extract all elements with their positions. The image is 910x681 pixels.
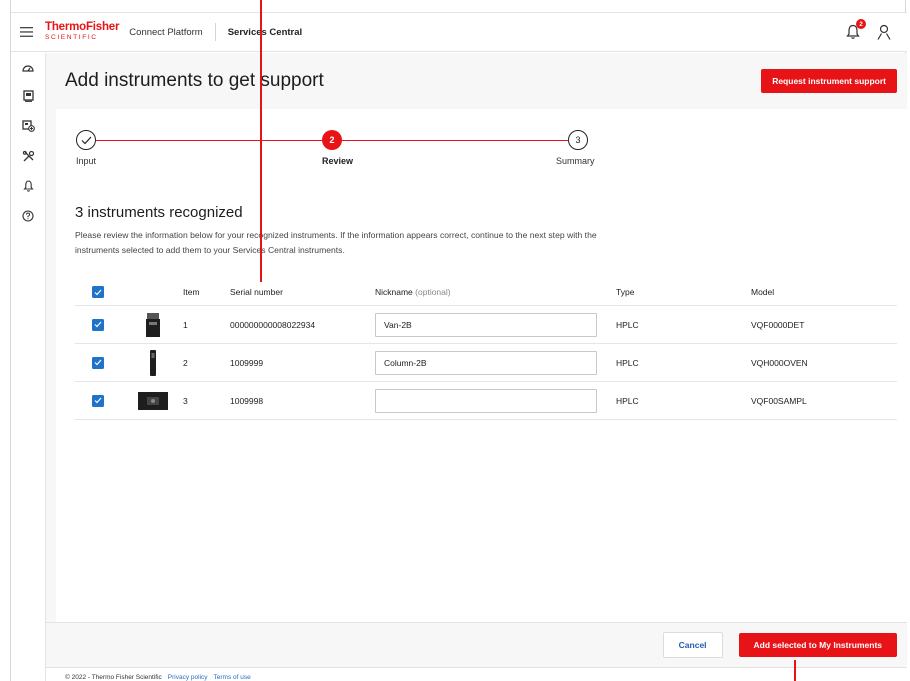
step-1-complete-indicator [76, 130, 96, 150]
instrument-icon[interactable] [11, 81, 45, 111]
row-item-number: 3 [183, 395, 188, 406]
copyright-text: © 2022 - Thermo Fisher Scientific [65, 674, 162, 681]
tools-icon[interactable] [11, 141, 45, 171]
recognized-title: 3 instruments recognized [75, 204, 243, 221]
row-serial-number: 1009998 [230, 395, 264, 406]
row-checkbox[interactable] [92, 356, 104, 369]
progress-stepper: 2 3 Input Review Summary [56, 109, 907, 189]
row-serial-number: 000000000008022934 [230, 319, 316, 330]
row-model: VQH000OVEN [751, 357, 808, 368]
page-title: Add instruments to get support [65, 69, 324, 91]
step-label-input: Input [76, 156, 97, 166]
row-item-number: 1 [183, 319, 188, 330]
action-bar: Cancel Add selected to My Instruments [46, 622, 907, 667]
page-header: Add instruments to get support Request i… [46, 53, 907, 108]
page-footer: © 2022 - Thermo Fisher Scientific Privac… [46, 667, 907, 681]
instrument-thumbnail [123, 391, 183, 410]
nickname-header-label: Nickname [375, 287, 413, 297]
recognized-description: Please review the information below for … [75, 230, 597, 255]
app-window: ThermoFisher SCIENTIFIC Connect Platform… [10, 0, 907, 681]
row-checkbox[interactable] [92, 318, 104, 331]
step-2-indicator: 2 [322, 130, 342, 150]
notifications-nav-icon[interactable] [11, 171, 45, 201]
col-header-item: Item [183, 287, 200, 297]
side-navigation [11, 53, 46, 681]
row-model: VQF0000DET [751, 319, 805, 330]
main-area: Add instruments to get support Request i… [46, 53, 907, 681]
logo-text: ThermoFisher [45, 21, 120, 34]
table-row: 3 1009998 HPLC VQF00SAMPL [75, 382, 897, 420]
dashboard-icon[interactable] [11, 55, 45, 81]
divider [214, 23, 216, 41]
row-checkbox[interactable] [92, 394, 104, 407]
step-label-review: Review [322, 156, 354, 166]
col-header-serial: Serial number [230, 287, 283, 297]
app-name[interactable]: Services Central [228, 27, 302, 38]
row-type: HPLC [616, 395, 639, 406]
table-row: 2 1009999 HPLC VQH000OVEN [75, 344, 897, 382]
nickname-input[interactable] [375, 350, 597, 375]
instrument-thumbnail [123, 349, 183, 376]
add-instrument-icon[interactable] [11, 111, 45, 141]
row-type: HPLC [616, 319, 639, 330]
step-3-indicator: 3 [568, 130, 588, 150]
select-all-checkbox[interactable] [92, 286, 104, 298]
step-connector [96, 140, 322, 141]
annotation-line [794, 660, 796, 681]
table-header: Item Serial number Nickname (optional) T… [75, 279, 897, 306]
hamburger-menu-icon[interactable] [11, 12, 41, 52]
privacy-policy-link[interactable]: Privacy policy [168, 674, 208, 681]
col-header-type: Type [616, 287, 635, 297]
row-item-number: 2 [183, 357, 188, 368]
thermofisher-logo[interactable]: ThermoFisher SCIENTIFIC [45, 22, 119, 41]
row-model: VQF00SAMPL [751, 395, 807, 406]
top-bar: ThermoFisher SCIENTIFIC Connect Platform… [11, 12, 907, 52]
notifications-button[interactable]: 2 [845, 19, 866, 41]
product-name[interactable]: Connect Platform [129, 27, 202, 38]
row-serial-number: 1009999 [230, 357, 264, 368]
terms-of-use-link[interactable]: Terms of use [214, 674, 251, 681]
annotation-line [260, 0, 262, 282]
nickname-input[interactable] [375, 312, 597, 337]
help-icon[interactable] [11, 201, 45, 231]
step-label-summary: Summary [556, 156, 595, 166]
col-header-model: Model [751, 287, 775, 297]
nickname-optional-hint: (optional) [415, 287, 451, 297]
nickname-input[interactable] [375, 388, 597, 413]
row-type: HPLC [616, 357, 639, 368]
col-header-nickname: Nickname (optional) [375, 287, 616, 297]
step-connector [342, 140, 568, 141]
cancel-button[interactable]: Cancel [662, 632, 723, 658]
instruments-table: Item Serial number Nickname (optional) T… [75, 279, 897, 420]
logo-subtext: SCIENTIFIC [45, 33, 98, 41]
request-instrument-support-button[interactable]: Request instrument support [761, 68, 897, 93]
add-selected-button[interactable]: Add selected to My Instruments [738, 633, 897, 657]
user-profile-icon[interactable] [877, 24, 893, 40]
notification-count-badge: 2 [856, 19, 866, 29]
checkmark-icon [81, 136, 91, 144]
table-row: 1 000000000008022934 HPLC VQF0000DET [75, 306, 897, 344]
instrument-thumbnail [123, 312, 183, 337]
review-panel: 2 3 Input Review Summary 3 instruments r… [56, 109, 907, 622]
